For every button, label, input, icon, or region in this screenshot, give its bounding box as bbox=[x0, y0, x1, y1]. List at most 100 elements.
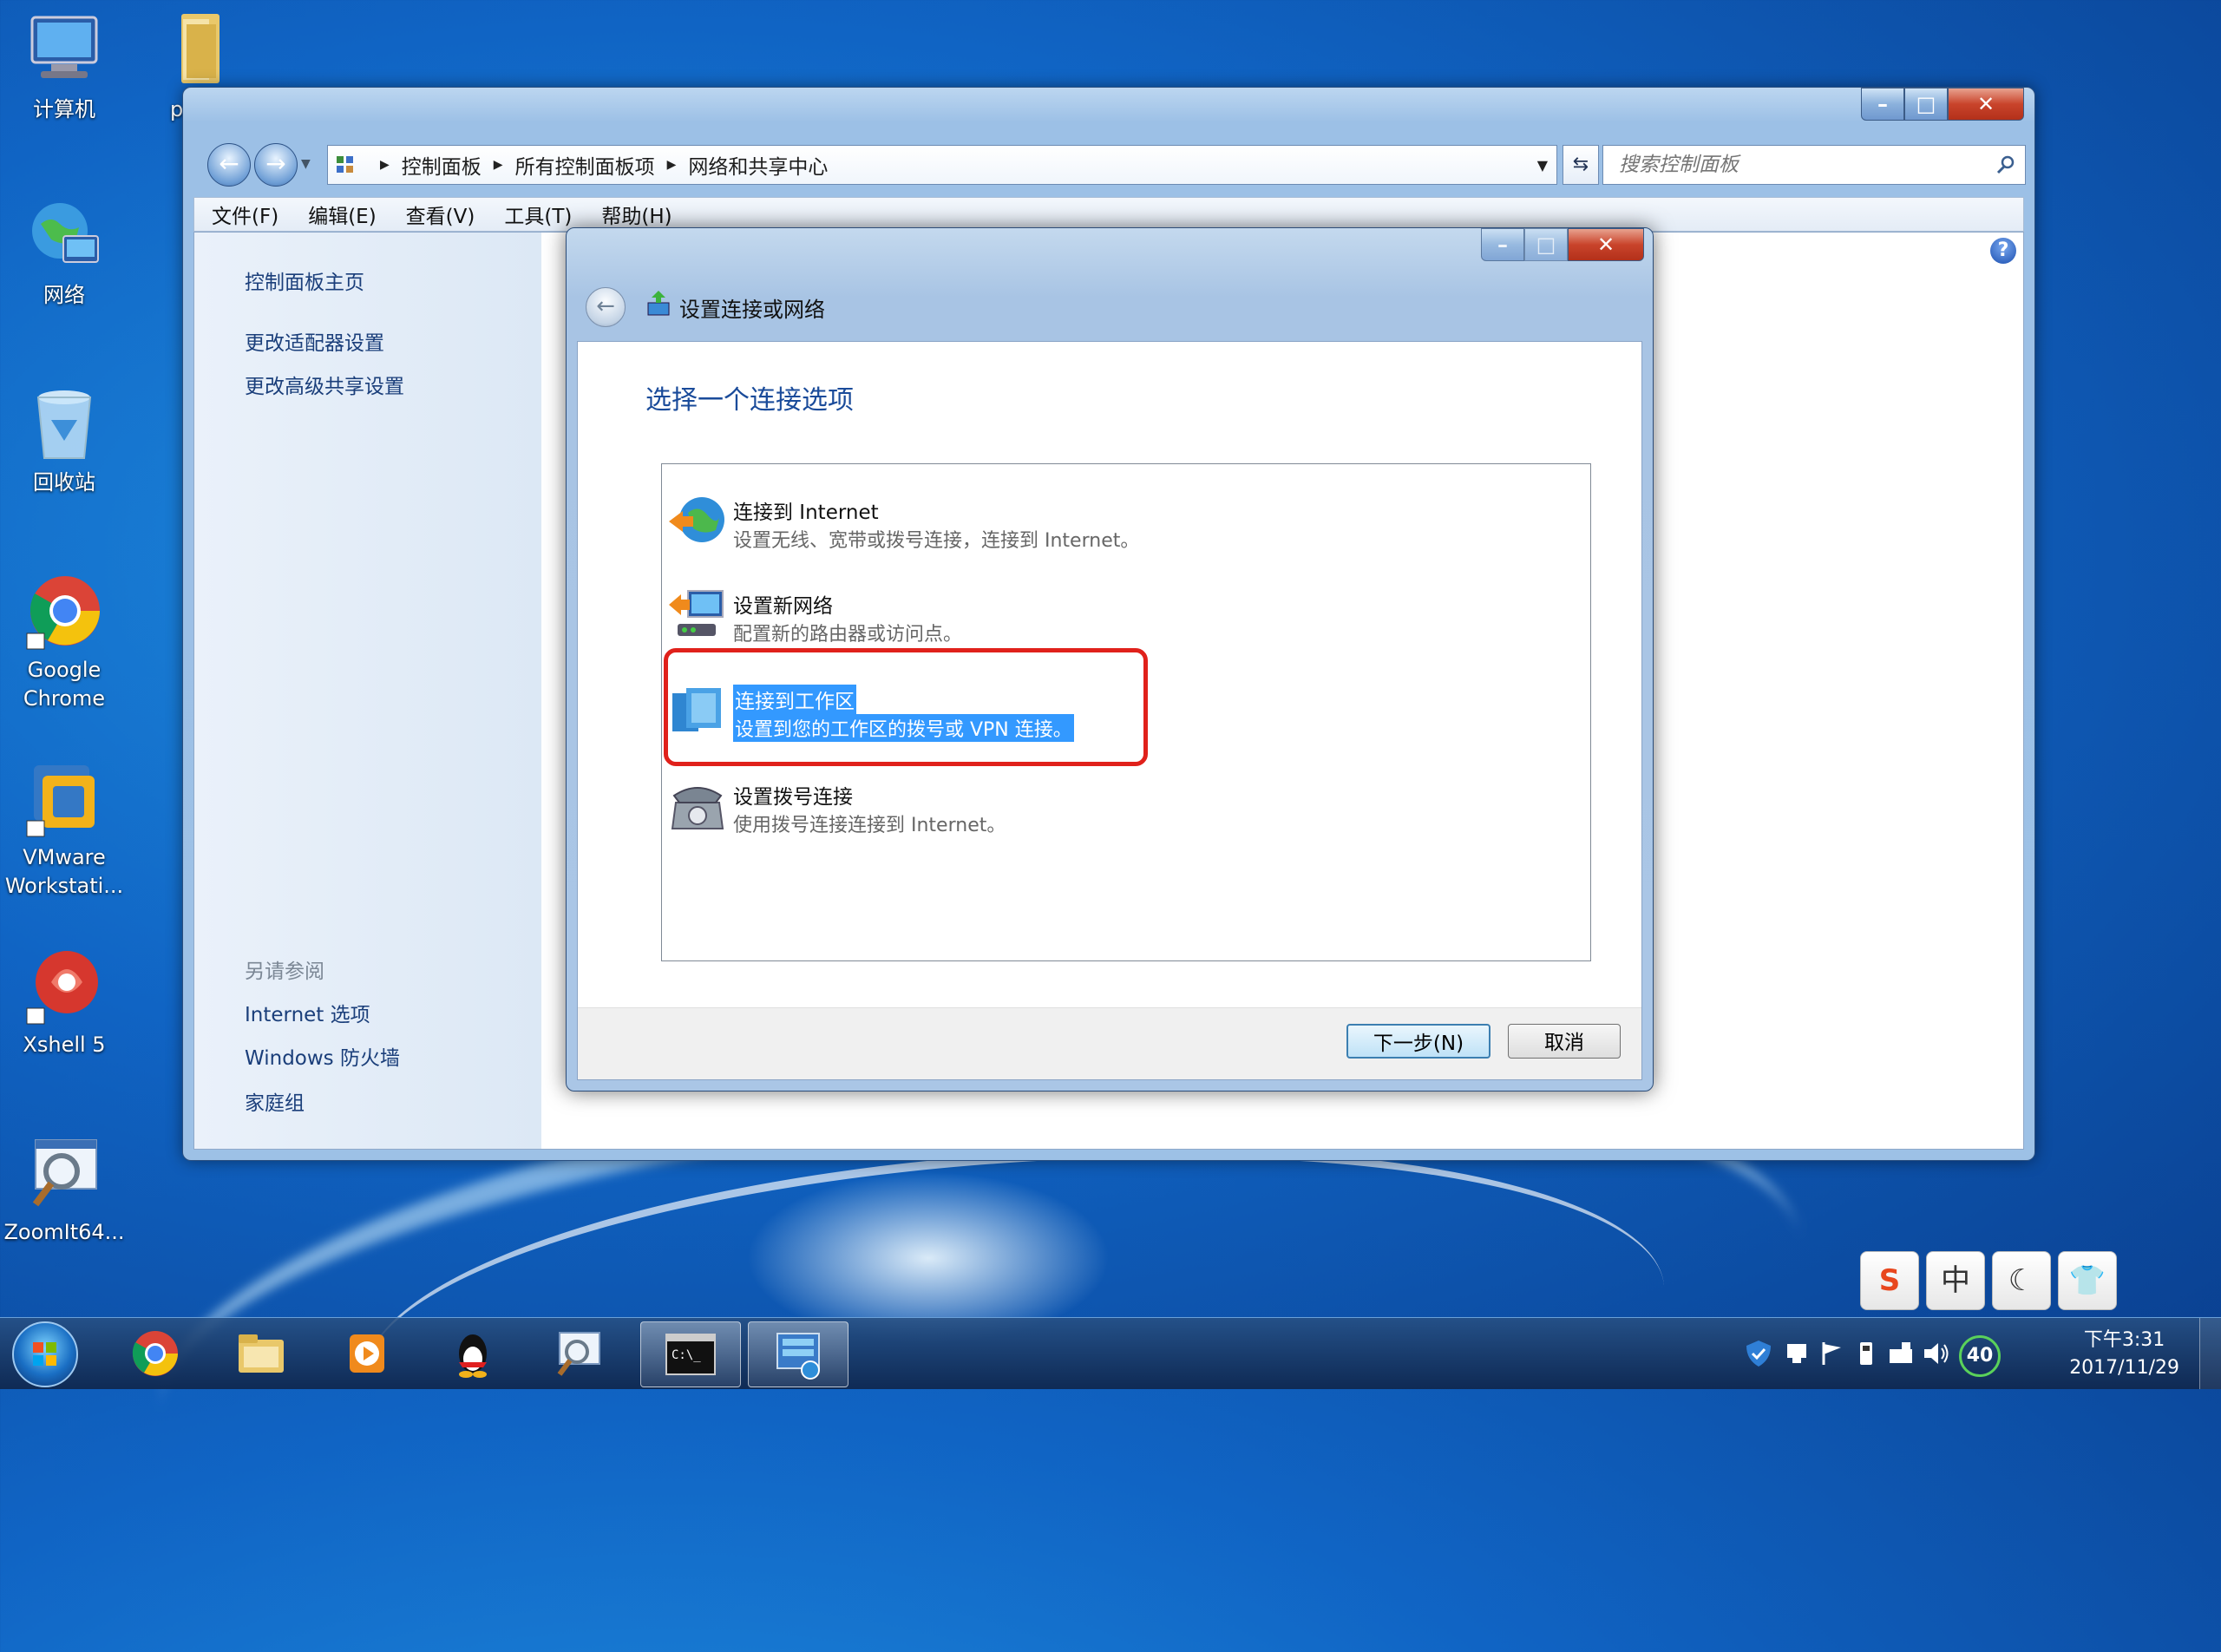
sogou-ime-icon[interactable]: S bbox=[1860, 1251, 1919, 1310]
breadcrumb: ▶ 控制面板 ▶ 所有控制面板项 ▶ 网络和共享中心 bbox=[368, 150, 828, 180]
next-button[interactable]: 下一步(N) bbox=[1346, 1024, 1490, 1059]
chrome-icon bbox=[25, 573, 103, 651]
maximize-button[interactable]: □ bbox=[1904, 88, 1948, 121]
desktop-icon-computer[interactable]: 计算机 bbox=[3, 12, 125, 124]
link-internet-options[interactable]: Internet 选项 bbox=[245, 998, 370, 1027]
address-bar[interactable]: ▶ 控制面板 ▶ 所有控制面板项 ▶ 网络和共享中心 ▼ bbox=[327, 145, 1557, 185]
desktop-icon-label: Xshell 5 bbox=[23, 1032, 106, 1057]
security-shield-icon[interactable] bbox=[1744, 1339, 1773, 1368]
menu-tools[interactable]: 工具(T) bbox=[504, 200, 572, 229]
option-setup-dialup[interactable]: 设置拨号连接 使用拨号连接连接到 Internet。 bbox=[662, 766, 1590, 844]
dialog-body: 选择一个连接选项 连接到 Internet 设置无线、宽带或拨号连接，连接到 I… bbox=[577, 341, 1642, 1080]
desktop-icon-label: 回收站 bbox=[33, 470, 95, 495]
chrome-icon bbox=[132, 1331, 178, 1376]
ime-chinese-mode-button[interactable]: 中 bbox=[1926, 1251, 1985, 1310]
clock-date: 2017/11/29 bbox=[2069, 1357, 2179, 1379]
desktop-icon-label: 计算机 bbox=[33, 97, 95, 121]
desktop-icon-zoomit[interactable]: ZoomIt64... bbox=[3, 1135, 125, 1247]
address-dropdown-icon[interactable]: ▼ bbox=[1537, 157, 1548, 174]
dialog-footer: 下一步(N) 取消 bbox=[578, 1007, 1641, 1079]
qq-penguin-icon bbox=[459, 1334, 487, 1378]
zoomit-icon bbox=[25, 1135, 103, 1213]
taskbar-control-panel[interactable] bbox=[748, 1321, 848, 1387]
performance-badge[interactable]: 40 bbox=[1959, 1335, 2001, 1377]
desktop-icon-label: 网络 bbox=[43, 283, 85, 307]
search-icon[interactable] bbox=[1995, 154, 2016, 175]
computer-icon bbox=[25, 12, 103, 90]
option-description: 配置新的路由器或访问点。 bbox=[733, 624, 963, 646]
connection-option-list: 连接到 Internet 设置无线、宽带或拨号连接，连接到 Internet。 … bbox=[661, 463, 1591, 961]
menu-edit[interactable]: 编辑(E) bbox=[308, 200, 376, 229]
network-status-icon[interactable] bbox=[1784, 1341, 1810, 1367]
taskbar-chrome[interactable] bbox=[106, 1321, 205, 1386]
search-box[interactable] bbox=[1602, 145, 2026, 185]
search-input[interactable] bbox=[1617, 153, 1968, 177]
folder-icon bbox=[239, 1334, 284, 1373]
link-advanced-sharing-settings[interactable]: 更改高级共享设置 bbox=[245, 370, 404, 399]
recent-pages-dropdown-icon[interactable]: ▼ bbox=[301, 157, 311, 171]
option-connect-internet[interactable]: 连接到 Internet 设置无线、宽带或拨号连接，连接到 Internet。 bbox=[662, 482, 1590, 560]
close-button[interactable]: ✕ bbox=[1948, 88, 2024, 121]
cancel-button[interactable]: 取消 bbox=[1508, 1024, 1621, 1059]
recycle-bin-icon bbox=[25, 385, 103, 463]
desktop-icon-label: VMware Workstati... bbox=[4, 845, 124, 898]
option-title: 设置拨号连接 bbox=[733, 786, 853, 809]
dialog-minimize-button[interactable]: – bbox=[1481, 228, 1524, 261]
new-network-icon bbox=[669, 590, 724, 636]
network-setup-icon bbox=[647, 291, 670, 316]
clock[interactable]: 下午3:31 2017/11/29 bbox=[2069, 1327, 2179, 1382]
menu-view[interactable]: 查看(V) bbox=[406, 200, 475, 229]
taskbar-command-prompt[interactable]: C:\_ bbox=[640, 1321, 741, 1387]
show-desktop-button[interactable] bbox=[2199, 1318, 2221, 1389]
network-adapter-icon[interactable] bbox=[1888, 1341, 1914, 1367]
desktop-icon-label: Google Chrome bbox=[23, 658, 106, 711]
windows-logo-icon bbox=[33, 1342, 56, 1366]
dialog-back-button[interactable]: ← bbox=[586, 287, 626, 327]
back-button[interactable]: ← bbox=[207, 143, 251, 187]
breadcrumb-separator-icon[interactable]: ▶ bbox=[667, 158, 677, 172]
media-player-icon bbox=[350, 1334, 384, 1373]
refresh-icon[interactable]: ⇆ bbox=[1563, 145, 1599, 185]
taskbar: C:\_ 40 下午3:31 2017/11/29 bbox=[0, 1317, 2221, 1389]
desktop-icon-network[interactable]: 网络 bbox=[3, 198, 125, 310]
clock-time: 下午3:31 bbox=[2083, 1329, 2165, 1351]
skin-shirt-icon[interactable]: 👕 bbox=[2058, 1251, 2117, 1310]
option-description: 设置无线、宽带或拨号连接，连接到 Internet。 bbox=[733, 530, 1140, 552]
taskbar-qq[interactable] bbox=[423, 1321, 522, 1386]
taskbar-file-explorer[interactable] bbox=[212, 1321, 311, 1386]
breadcrumb-network-sharing[interactable]: 网络和共享中心 bbox=[688, 150, 828, 180]
desktop-icon-chrome[interactable]: Google Chrome bbox=[3, 573, 125, 713]
breadcrumb-all-items[interactable]: 所有控制面板项 bbox=[515, 150, 655, 180]
moon-icon[interactable]: ☾ bbox=[1992, 1251, 2051, 1310]
help-icon[interactable]: ? bbox=[1990, 238, 2016, 264]
option-setup-new-network[interactable]: 设置新网络 配置新的路由器或访问点。 bbox=[662, 575, 1590, 653]
folder-icon bbox=[152, 12, 230, 90]
usb-device-icon[interactable] bbox=[1853, 1341, 1879, 1367]
volume-speaker-icon[interactable] bbox=[1923, 1341, 1950, 1367]
dialog-close-button[interactable]: ✕ bbox=[1568, 228, 1644, 261]
minimize-button[interactable]: – bbox=[1861, 88, 1904, 121]
option-description: 使用拨号连接连接到 Internet。 bbox=[733, 815, 1006, 836]
menu-help[interactable]: 帮助(H) bbox=[601, 200, 672, 229]
link-change-adapter-settings[interactable]: 更改适配器设置 bbox=[245, 326, 384, 356]
link-control-panel-home[interactable]: 控制面板主页 bbox=[245, 266, 364, 295]
link-windows-firewall[interactable]: Windows 防火墙 bbox=[245, 1041, 400, 1071]
breadcrumb-control-panel[interactable]: 控制面板 bbox=[402, 150, 482, 180]
link-homegroup[interactable]: 家庭组 bbox=[245, 1086, 305, 1116]
menu-file[interactable]: 文件(F) bbox=[212, 200, 278, 229]
action-center-flag-icon[interactable] bbox=[1818, 1341, 1844, 1367]
internet-globe-icon bbox=[669, 497, 724, 542]
dialog-header: ← 设置连接或网络 bbox=[577, 279, 1642, 331]
taskbar-zoomit[interactable] bbox=[529, 1321, 628, 1386]
breadcrumb-separator-icon[interactable]: ▶ bbox=[494, 158, 503, 172]
taskbar-media-player[interactable] bbox=[318, 1321, 416, 1386]
start-button[interactable] bbox=[12, 1321, 78, 1387]
forward-button[interactable]: → bbox=[254, 143, 298, 187]
desktop-icon-xshell[interactable]: Xshell 5 bbox=[3, 947, 125, 1059]
breadcrumb-separator-icon[interactable]: ▶ bbox=[380, 158, 390, 172]
system-tray: 40 下午3:31 2017/11/29 bbox=[1735, 1318, 2221, 1389]
svg-text:C:\_: C:\_ bbox=[672, 1348, 701, 1362]
desktop-icon-vmware[interactable]: VMware Workstati... bbox=[3, 760, 125, 901]
dialog-title: 设置连接或网络 bbox=[679, 298, 825, 322]
desktop-icon-recycle-bin[interactable]: 回收站 bbox=[3, 385, 125, 497]
